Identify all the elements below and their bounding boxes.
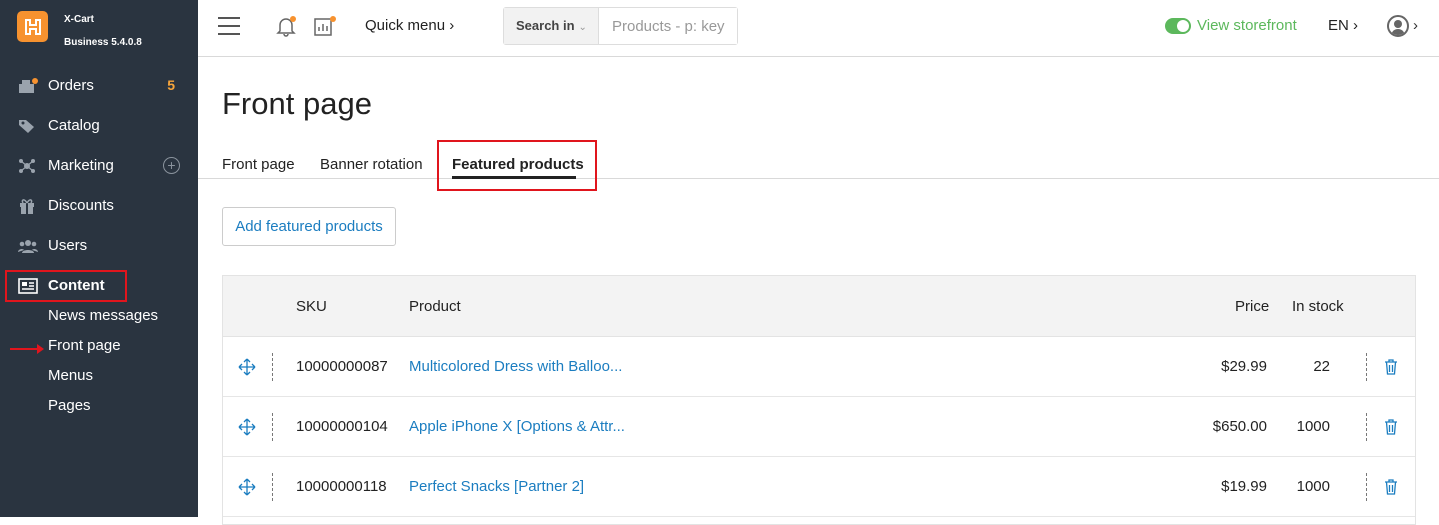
tags-icon: [18, 118, 38, 134]
drag-handle-icon[interactable]: [238, 418, 256, 436]
sidebar-item-label: Discounts: [48, 197, 114, 214]
red-arrow-annotation: [10, 344, 44, 354]
column-divider: [272, 413, 273, 441]
user-avatar-icon[interactable]: [1387, 15, 1409, 37]
table-row: 10000000118 Perfect Snacks [Partner 2] $…: [223, 457, 1415, 517]
table-header: SKU Product Price In stock: [223, 276, 1415, 337]
featured-products-table: SKU Product Price In stock 10000000087 M…: [222, 275, 1416, 525]
quick-menu-button[interactable]: Quick menu ›: [365, 17, 454, 34]
x-cart-logo-icon[interactable]: [17, 11, 48, 42]
orders-count-badge: 5: [167, 77, 175, 93]
sidebar-subitem-menus[interactable]: Menus: [48, 367, 93, 384]
column-header-sku[interactable]: SKU: [296, 298, 327, 315]
add-marketing-button[interactable]: +: [163, 157, 180, 174]
add-featured-products-button[interactable]: Add featured products: [222, 207, 396, 246]
page-title: Front page: [222, 86, 372, 121]
trash-icon[interactable]: [1384, 479, 1398, 495]
language-selector[interactable]: EN ›: [1328, 17, 1358, 34]
product-link[interactable]: Multicolored Dress with Balloo...: [409, 358, 622, 375]
notification-dot: [290, 16, 296, 22]
sidebar-item-label: Orders: [48, 77, 94, 94]
column-divider: [1366, 353, 1367, 381]
hamburger-menu-icon[interactable]: [218, 17, 240, 41]
statistics-dot: [330, 16, 336, 22]
marketing-icon: [18, 158, 38, 174]
sidebar-item-marketing[interactable]: Marketing +: [0, 151, 198, 181]
bell-icon[interactable]: [275, 15, 297, 37]
storefront-toggle[interactable]: [1165, 18, 1191, 34]
stock-cell: 22: [1313, 358, 1330, 375]
column-header-in-stock[interactable]: In stock: [1292, 298, 1344, 315]
sidebar: X-Cart Business 5.4.0.8 Orders 5 Catalog…: [0, 0, 198, 517]
trash-icon[interactable]: [1384, 359, 1398, 375]
gift-icon: [18, 198, 38, 214]
brand-text: X-Cart Business 5.4.0.8: [64, 8, 142, 54]
search-input[interactable]: [599, 8, 737, 44]
search-in-label: Search in: [516, 18, 575, 33]
column-divider: [1366, 473, 1367, 501]
price-cell: $19.99: [1221, 478, 1267, 495]
statistics-icon[interactable]: [314, 15, 336, 37]
column-divider: [272, 353, 273, 381]
sidebar-item-users[interactable]: Users: [0, 231, 198, 261]
sidebar-subitem-front-page[interactable]: Front page: [48, 337, 121, 354]
brand: X-Cart Business 5.4.0.8: [0, 0, 198, 56]
search-in-dropdown[interactable]: Search in ⌄: [504, 8, 599, 44]
sidebar-subitem-pages[interactable]: Pages: [48, 397, 91, 414]
trash-icon[interactable]: [1384, 419, 1398, 435]
view-storefront-link[interactable]: View storefront: [1197, 17, 1297, 34]
sidebar-item-label: Marketing: [48, 157, 114, 174]
column-header-product[interactable]: Product: [409, 298, 461, 315]
sku-cell: 10000000104: [296, 418, 388, 435]
sidebar-item-catalog[interactable]: Catalog: [0, 111, 198, 141]
sidebar-item-orders[interactable]: Orders 5: [0, 71, 198, 101]
drag-handle-icon[interactable]: [238, 478, 256, 496]
stock-cell: 1000: [1296, 418, 1330, 435]
product-link[interactable]: Perfect Snacks [Partner 2]: [409, 478, 584, 495]
price-cell: $650.00: [1212, 418, 1267, 435]
sidebar-subitem-news-messages[interactable]: News messages: [48, 307, 158, 324]
sidebar-item-label: Catalog: [48, 117, 100, 134]
search-box: Search in ⌄: [503, 7, 738, 45]
tabs-divider: [198, 178, 1439, 179]
table-row: 10000000087 Multicolored Dress with Ball…: [223, 337, 1415, 397]
column-divider: [1366, 413, 1367, 441]
sidebar-item-discounts[interactable]: Discounts: [0, 191, 198, 221]
column-divider: [272, 473, 273, 501]
chevron-down-icon: ⌄: [578, 22, 587, 33]
drag-handle-icon[interactable]: [238, 358, 256, 376]
orders-icon: [18, 78, 38, 94]
featured-tab-highlight-box: [437, 140, 597, 191]
brand-name: X-Cart: [64, 14, 95, 25]
topbar: Quick menu › Search in⌄ View storefront …: [198, 0, 1439, 57]
tab-banner-rotation[interactable]: Banner rotation: [320, 156, 423, 173]
brand-edition: Business 5.4.0.8: [64, 37, 142, 48]
price-cell: $29.99: [1221, 358, 1267, 375]
content-highlight-box: [5, 270, 127, 302]
sku-cell: 10000000118: [296, 478, 387, 495]
table-row: 10000000104 Apple iPhone X [Options & At…: [223, 397, 1415, 457]
stock-cell: 1000: [1296, 478, 1330, 495]
product-link[interactable]: Apple iPhone X [Options & Attr...: [409, 418, 625, 435]
sku-cell: 10000000087: [296, 358, 388, 375]
users-icon: [18, 238, 38, 254]
tab-front-page[interactable]: Front page: [222, 156, 295, 173]
column-header-price[interactable]: Price: [1235, 298, 1269, 315]
sidebar-item-label: Users: [48, 237, 88, 254]
user-menu-chevron[interactable]: ›: [1413, 17, 1418, 34]
